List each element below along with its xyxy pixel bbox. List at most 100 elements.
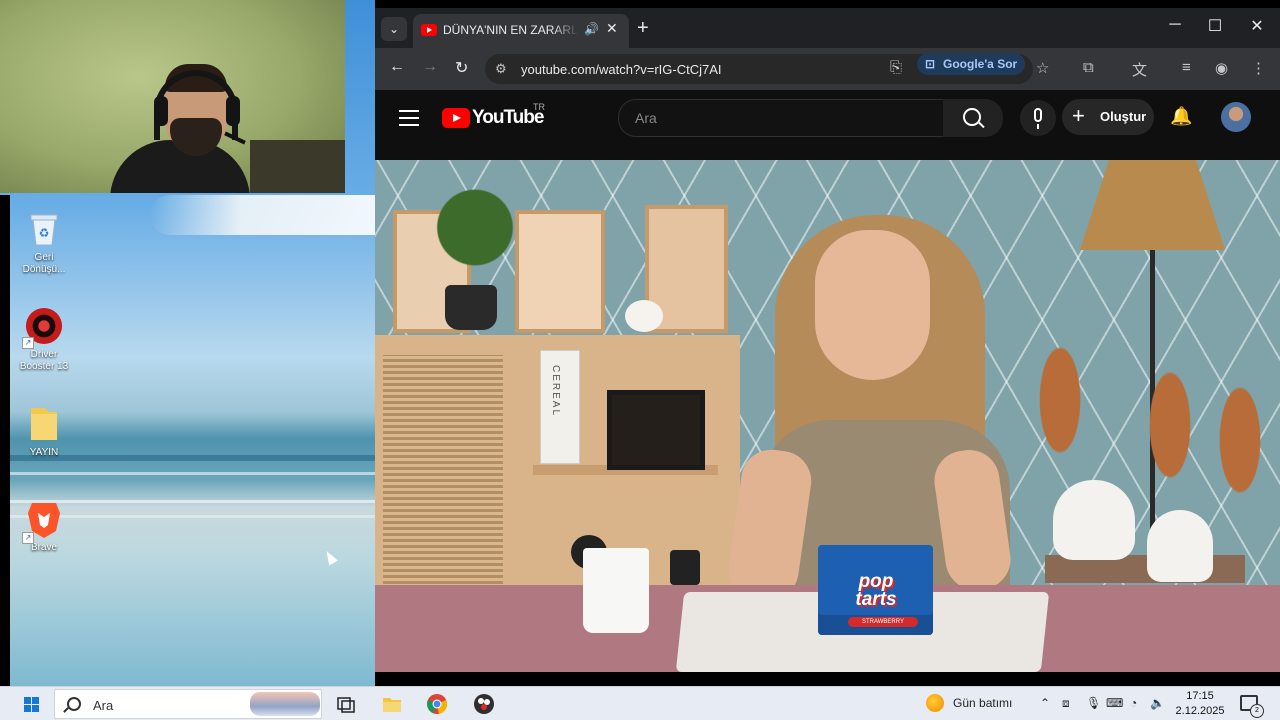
country-code: TR	[533, 102, 545, 112]
plus-icon: +	[1072, 103, 1085, 128]
desktop-icon-yayin-folder[interactable]: YAYIN	[16, 405, 72, 459]
tab-close-icon[interactable]: ✕	[606, 20, 618, 37]
new-tab-button[interactable]: +	[637, 16, 649, 40]
usb-device-icon[interactable]: ⧈	[1062, 696, 1070, 711]
video-plant-pot	[445, 285, 497, 330]
create-button[interactable]: + Oluştur	[1062, 99, 1154, 135]
youtube-play-icon	[442, 108, 470, 128]
video-wall-frame	[515, 210, 605, 333]
weather-text[interactable]: Gün batımı	[953, 696, 1012, 710]
keyboard-icon[interactable]: ⌨	[1106, 696, 1123, 710]
back-arrow-icon[interactable]: ←	[389, 58, 405, 76]
video-presenter-face	[815, 230, 930, 380]
bookmark-star-icon[interactable]: ☆	[1036, 59, 1049, 77]
headset-earcup	[226, 96, 240, 126]
obs-taskbar-icon[interactable]	[473, 693, 495, 715]
file-explorer-icon[interactable]	[381, 693, 403, 715]
headset-earcup	[154, 96, 168, 126]
youtube-search-button[interactable]	[943, 99, 1003, 137]
desktop-icon-recycle-bin[interactable]: ♻ Geri Dönüşü...	[16, 210, 72, 276]
svg-text:♻: ♻	[39, 226, 50, 240]
windows-taskbar: Ara Gün batımı ⌃ ⧈ 🎙 ⌨ ◔ 🔈 17:15 2.12.20…	[0, 686, 1280, 720]
tab-title: DÜNYA'NIN EN ZARARLI AT	[443, 23, 579, 37]
system-clock[interactable]: 17:15 2.12.2025	[1170, 689, 1230, 719]
weather-sunset-icon[interactable]	[926, 694, 944, 712]
desktop-icon-label: Driver Booster 13	[19, 349, 69, 372]
reload-icon[interactable]: ↻	[455, 58, 468, 78]
task-view-icon[interactable]	[334, 693, 356, 715]
webcam-background-shelf	[250, 140, 345, 193]
desktop-icon-label: YAYIN	[29, 447, 59, 458]
clock-time: 17:15	[1186, 690, 1214, 702]
video-rattan-door	[383, 355, 503, 590]
video-mug	[583, 548, 649, 633]
browser-menu-icon[interactable]: ⋮	[1251, 59, 1266, 77]
poptarts-flavor: STRAWBERRY	[848, 617, 918, 627]
minimize-button[interactable]: ─	[1155, 16, 1195, 34]
webcam-overlay	[0, 0, 345, 193]
translate-icon[interactable]: 文	[1132, 59, 1147, 80]
microphone-icon[interactable]: 🎙	[1086, 696, 1101, 710]
chrome-taskbar-icon[interactable]	[426, 693, 448, 715]
desktop-icon-driver-booster[interactable]: ↗ Driver Booster 13	[16, 307, 72, 373]
video-book-spine: CEREAL	[550, 365, 561, 418]
video-pampas-grass	[1205, 350, 1275, 530]
media-controls-icon[interactable]: ≡	[1182, 59, 1191, 76]
search-icon	[67, 697, 81, 711]
wallpaper-cloud	[150, 195, 375, 235]
extensions-icon[interactable]: ⧉	[1083, 59, 1094, 76]
taskbar-search-input[interactable]: Ara	[54, 689, 322, 719]
player-bottom-bar	[375, 672, 1280, 686]
video-small-vase	[625, 300, 663, 332]
poptarts-brand: pop tarts	[855, 571, 897, 610]
video-cactus	[670, 550, 700, 585]
notifications-bell-icon[interactable]: 🔔	[1170, 106, 1192, 127]
desktop-edge	[0, 195, 10, 686]
notification-center-icon[interactable]: 2	[1240, 695, 1264, 718]
maximize-button[interactable]: ☐	[1195, 16, 1235, 36]
tab-search-button[interactable]: ⌄	[381, 17, 407, 41]
google-ask-button[interactable]: ⊡ Google'a Sor	[917, 53, 1025, 75]
youtube-logo[interactable]: YouTube TR	[442, 102, 545, 129]
speaker-icon[interactable]: 🔊	[584, 22, 599, 36]
youtube-favicon-icon	[421, 24, 437, 36]
search-highlight-image[interactable]	[250, 692, 320, 716]
hamburger-menu-icon[interactable]	[399, 110, 419, 126]
search-icon	[963, 108, 981, 126]
account-avatar[interactable]	[1221, 102, 1251, 132]
folder-icon	[25, 405, 63, 443]
profile-avatar-icon[interactable]: ◉	[1215, 59, 1228, 77]
forward-arrow-icon[interactable]: →	[422, 58, 438, 76]
taskbar-search-placeholder: Ara	[93, 698, 114, 713]
chrome-window: ⌄ DÜNYA'NIN EN ZARARLI AT 🔊 ✕ + ─ ☐ ✕ ← …	[375, 8, 1280, 686]
wallpaper-wave	[10, 472, 375, 475]
tab-bar: ⌄ DÜNYA'NIN EN ZARARLI AT 🔊 ✕ + ─ ☐ ✕	[375, 8, 1280, 48]
video-pampas-grass	[1135, 335, 1205, 515]
search-placeholder: Ara	[635, 110, 657, 126]
youtube-search-input[interactable]: Ara	[618, 99, 944, 137]
install-app-icon[interactable]: ⎘	[890, 59, 902, 76]
close-window-button[interactable]: ✕	[1237, 16, 1277, 36]
shortcut-arrow-icon: ↗	[22, 532, 34, 544]
clock-date: 2.12.2025	[1175, 705, 1225, 717]
google-lens-icon: ⊡	[925, 57, 936, 71]
video-painting	[607, 390, 705, 470]
volume-icon[interactable]: 🔈	[1150, 696, 1165, 710]
recycle-bin-icon: ♻	[25, 210, 63, 248]
video-pampas-grass	[1025, 310, 1095, 490]
voice-search-mic-icon[interactable]	[1020, 100, 1056, 136]
tab-youtube-video[interactable]: DÜNYA'NIN EN ZARARLI AT 🔊 ✕	[413, 14, 629, 48]
wifi-icon[interactable]: ◔	[1130, 696, 1137, 710]
site-info-icon[interactable]: ⚙	[495, 61, 507, 77]
browser-toolbar: ← → ↻ ⚙ youtube.com/watch?v=rIG-CtCj7AI …	[375, 48, 1280, 90]
create-label: Oluştur	[1100, 109, 1147, 124]
video-player[interactable]: CEREAL pop tarts STRAWBERRY	[375, 160, 1280, 672]
chevron-up-icon[interactable]: ⌃	[1040, 696, 1050, 710]
desktop-icon-label: Geri Dönüşü...	[22, 252, 66, 275]
video-plant	[435, 165, 515, 290]
desktop-icon-brave[interactable]: ↗ Brave	[16, 500, 72, 554]
video-poptarts-box: pop tarts STRAWBERRY	[818, 545, 933, 635]
windows-start-icon[interactable]	[24, 697, 40, 713]
address-url[interactable]: youtube.com/watch?v=rIG-CtCj7AI	[521, 62, 722, 77]
video-vase	[1147, 510, 1213, 582]
